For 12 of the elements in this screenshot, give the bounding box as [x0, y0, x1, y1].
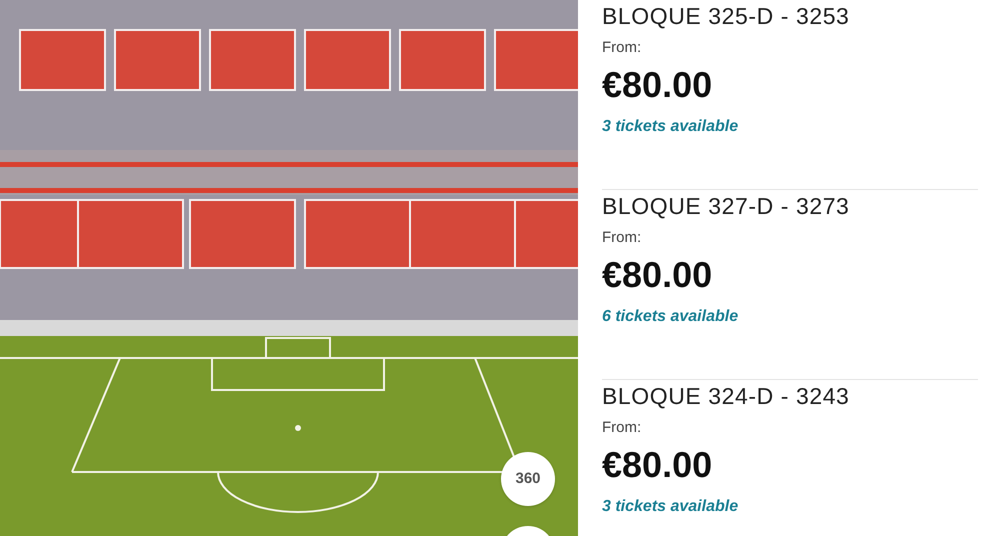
from-label: From:	[602, 38, 642, 58]
availability-text: 3 tickets available	[602, 497, 740, 517]
availability-text: 6 tickets available	[602, 307, 740, 327]
block-title: BLOQUE 325-D - 3253	[602, 2, 850, 30]
block-title: BLOQUE 327-D - 3273	[602, 192, 850, 220]
from-label: From:	[602, 418, 642, 438]
from-label: From:	[602, 228, 642, 248]
price: €80.00	[602, 444, 714, 486]
price: €80.00	[602, 64, 714, 106]
availability-text: 3 tickets available	[602, 117, 740, 137]
price: €80.00	[602, 254, 714, 296]
block-title: BLOQUE 324-D - 3243	[602, 382, 850, 410]
